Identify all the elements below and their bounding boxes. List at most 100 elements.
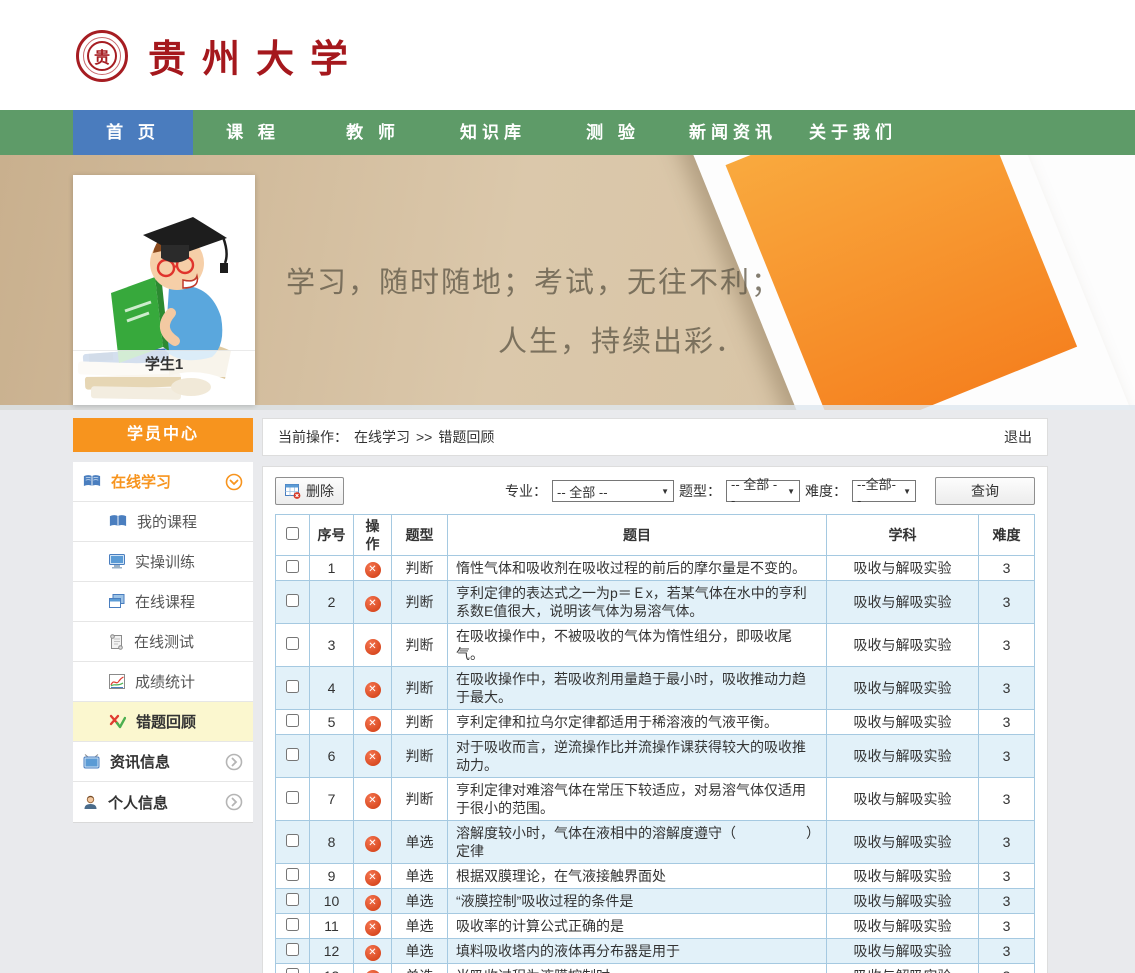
- row-checkbox[interactable]: [286, 918, 299, 931]
- sidebar-item-online-courses[interactable]: 在线课程: [73, 582, 253, 622]
- row-title: 亨利定律和拉乌尔定律都适用于稀溶液的气液平衡。: [448, 710, 827, 735]
- row-title: 根据双膜理论，在气液接触界面处: [448, 864, 827, 889]
- logout-link[interactable]: 退出: [1004, 427, 1032, 447]
- row-type: 判断: [392, 556, 448, 581]
- sidebar-item-personal-info[interactable]: 个人信息: [73, 782, 253, 822]
- row-difficulty: 3: [979, 710, 1035, 735]
- slogan-line-1: 学习，随时随地；考试，无往不利；: [286, 259, 782, 301]
- student-card: 学生1: [73, 175, 255, 405]
- row-checkbox[interactable]: [286, 868, 299, 881]
- row-type: 判断: [392, 581, 448, 624]
- col-header-operation: 操作: [354, 515, 392, 556]
- nav-item-knowledge[interactable]: 知识库: [433, 110, 553, 155]
- chevron-right-circle-icon: [225, 793, 243, 811]
- table-row: 10 单选 “液膜控制”吸收过程的条件是 吸收与解吸实验 3: [276, 889, 1035, 914]
- row-difficulty: 3: [979, 821, 1035, 864]
- page: 贵 贵州大学 首 页 课 程 教 师 知识库 测 验 新闻资讯 关于我们: [0, 0, 1135, 973]
- row-checkbox[interactable]: [286, 791, 299, 804]
- row-checkbox[interactable]: [286, 748, 299, 761]
- select-all-cell: [276, 515, 310, 556]
- select-all-checkbox[interactable]: [286, 527, 299, 540]
- wrong-questions-table: 序号 操作 题型 题目 学科 难度 1 判断 惰性气体和吸收剂在吸收过程的前后的…: [275, 514, 1035, 973]
- difficulty-select[interactable]: --全部-- ▼: [852, 480, 916, 502]
- row-checkbox[interactable]: [286, 637, 299, 650]
- row-checkbox[interactable]: [286, 968, 299, 973]
- sidebar-item-online-learning[interactable]: 在线学习: [73, 462, 253, 502]
- table-row: 4 判断 在吸收操作中，若吸收剂用量趋于最小时，吸收推动力趋于最大。 吸收与解吸…: [276, 667, 1035, 710]
- delete-row-icon[interactable]: [365, 793, 381, 809]
- delete-row-icon[interactable]: [365, 716, 381, 732]
- sidebar-item-practice-training[interactable]: 实操训练: [73, 542, 253, 582]
- row-subject: 吸收与解吸实验: [827, 735, 979, 778]
- row-title: 亨利定律的表达式之一为p＝Ｅx，若某气体在水中的亨利系数E值很大，说明该气体为易…: [448, 581, 827, 624]
- row-type: 单选: [392, 821, 448, 864]
- table-row: 8 单选 溶解度较小时，气体在液相中的溶解度遵守（ ）定律 吸收与解吸实验 3: [276, 821, 1035, 864]
- row-checkbox[interactable]: [286, 834, 299, 847]
- row-type: 判断: [392, 624, 448, 667]
- delete-row-icon[interactable]: [365, 596, 381, 612]
- nav-item-tests[interactable]: 测 验: [553, 110, 673, 155]
- row-select-cell: [276, 964, 310, 973]
- row-number: 2: [310, 581, 354, 624]
- row-type: 判断: [392, 667, 448, 710]
- breadcrumb-section[interactable]: 在线学习: [354, 427, 410, 447]
- chevron-down-circle-icon: [225, 473, 243, 491]
- col-header-difficulty: 难度: [979, 515, 1035, 556]
- wrong-questions-panel: 删除 专业： -- 全部 -- ▼ 题型： -- 全部 -- ▼: [262, 466, 1048, 973]
- row-checkbox[interactable]: [286, 714, 299, 727]
- delete-row-icon[interactable]: [365, 750, 381, 766]
- hero-banner: 学习，随时随地；考试，无往不利； 人生，持续出彩．: [0, 155, 1135, 410]
- banner-slogan: 学习，随时随地；考试，无往不利； 人生，持续出彩．: [286, 259, 782, 360]
- nav-item-news[interactable]: 新闻资讯: [673, 110, 793, 155]
- sidebar-item-online-tests[interactable]: 在线测试: [73, 622, 253, 662]
- sidebar-item-label: 资讯信息: [110, 751, 170, 772]
- nav-item-teachers[interactable]: 教 师: [313, 110, 433, 155]
- row-number: 7: [310, 778, 354, 821]
- delete-row-icon[interactable]: [365, 682, 381, 698]
- scroll-icon: [109, 634, 124, 650]
- row-select-cell: [276, 889, 310, 914]
- row-difficulty: 3: [979, 939, 1035, 964]
- delete-row-icon[interactable]: [365, 836, 381, 852]
- delete-row-icon[interactable]: [365, 562, 381, 578]
- nav-item-about[interactable]: 关于我们: [793, 110, 913, 155]
- table-row: 12 单选 填料吸收塔内的液体再分布器是用于 吸收与解吸实验 3: [276, 939, 1035, 964]
- monitor-icon: [109, 554, 125, 569]
- row-checkbox[interactable]: [286, 943, 299, 956]
- table-row: 7 判断 亨利定律对难溶气体在常压下较适应，对易溶气体仅适用于很小的范围。 吸收…: [276, 778, 1035, 821]
- nav-item-courses[interactable]: 课 程: [193, 110, 313, 155]
- row-type: 单选: [392, 889, 448, 914]
- row-checkbox[interactable]: [286, 594, 299, 607]
- row-checkbox[interactable]: [286, 560, 299, 573]
- question-type-select[interactable]: -- 全部 -- ▼: [726, 480, 800, 502]
- sidebar-item-label: 在线测试: [134, 631, 194, 652]
- delete-row-icon[interactable]: [365, 870, 381, 886]
- delete-row-icon[interactable]: [365, 895, 381, 911]
- delete-row-icon[interactable]: [365, 945, 381, 961]
- sidebar-item-wrong-question-review[interactable]: 错题回顾: [73, 702, 253, 742]
- wrong-check-icon: [109, 714, 126, 729]
- nav-item-home[interactable]: 首 页: [73, 110, 193, 155]
- search-button-label: 查询: [971, 481, 999, 501]
- major-select-value: -- 全部 --: [557, 482, 608, 501]
- delete-button[interactable]: 删除: [275, 477, 344, 505]
- row-difficulty: 3: [979, 735, 1035, 778]
- sidebar-item-news-info[interactable]: 资讯信息: [73, 742, 253, 782]
- row-type: 判断: [392, 778, 448, 821]
- book-icon: [83, 474, 101, 489]
- major-select[interactable]: -- 全部 -- ▼: [552, 480, 674, 502]
- search-button[interactable]: 查询: [935, 477, 1035, 505]
- question-type-select-value: -- 全部 --: [731, 474, 781, 508]
- row-select-cell: [276, 624, 310, 667]
- row-operation-cell: [354, 821, 392, 864]
- sidebar-item-score-statistics[interactable]: 成绩统计: [73, 662, 253, 702]
- row-select-cell: [276, 939, 310, 964]
- delete-row-icon[interactable]: [365, 920, 381, 936]
- delete-row-icon[interactable]: [365, 639, 381, 655]
- row-select-cell: [276, 864, 310, 889]
- row-checkbox[interactable]: [286, 893, 299, 906]
- sidebar-item-my-courses[interactable]: 我的课程: [73, 502, 253, 542]
- row-checkbox[interactable]: [286, 680, 299, 693]
- caret-down-icon: ▼: [903, 487, 911, 496]
- breadcrumb-current: 错题回顾: [438, 427, 494, 447]
